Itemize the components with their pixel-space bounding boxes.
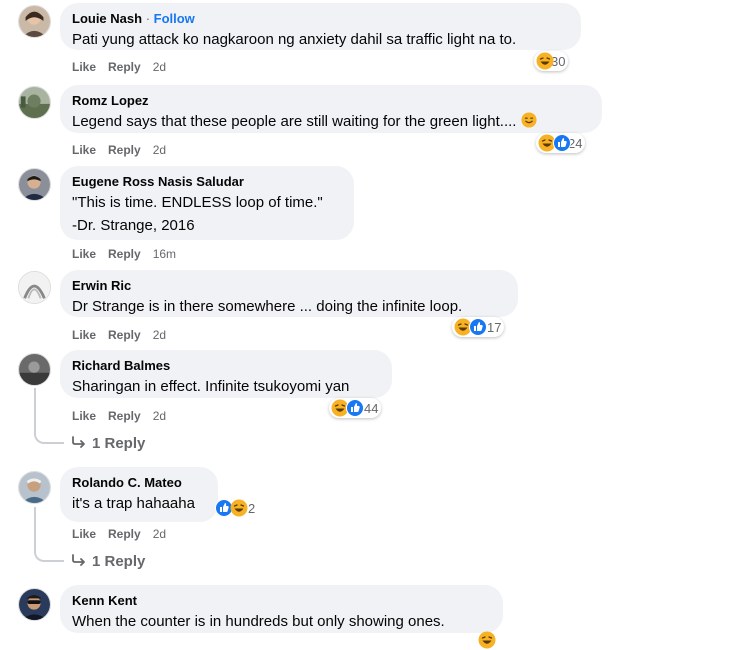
haha-reaction-icon (478, 631, 496, 649)
thread-line (34, 388, 36, 432)
reply-button[interactable]: Reply (108, 328, 141, 342)
comment-text: Sharingan in effect. Infinite tsukoyomi … (72, 378, 350, 395)
comment-bubble: Romz Lopez Legend says that these people… (60, 85, 602, 133)
comment-bubble: Louie Nash · Follow Pati yung attack ko … (60, 3, 581, 50)
reply-button[interactable]: Reply (108, 527, 141, 541)
avatar[interactable] (18, 86, 51, 119)
laughing-emoji-icon (521, 112, 537, 128)
comment-text: Legend says that these people are still … (72, 112, 590, 132)
timestamp[interactable]: 2d (153, 143, 166, 157)
timestamp[interactable]: 16m (153, 247, 176, 261)
comment-bubble: Erwin Ric Dr Strange is in there somewhe… (60, 270, 518, 317)
like-button[interactable]: Like (72, 247, 96, 261)
replies-count[interactable]: 1 Reply (92, 435, 145, 452)
reply-arrow-icon (72, 435, 86, 452)
like-reaction-icon (553, 134, 571, 152)
haha-reaction-icon (230, 499, 248, 517)
reply-button[interactable]: Reply (108, 409, 141, 423)
reply-arrow-icon (72, 553, 86, 570)
comment-text: Dr Strange is in there somewhere ... doi… (72, 298, 463, 315)
avatar[interactable] (18, 353, 51, 386)
comment-bubble: Richard Balmes Sharingan in effect. Infi… (60, 350, 392, 398)
avatar[interactable] (18, 271, 51, 304)
reply-button[interactable]: Reply (108, 60, 141, 74)
like-reaction-icon (346, 399, 364, 417)
avatar[interactable] (18, 168, 51, 201)
view-replies-link[interactable]: 1 Reply (72, 435, 145, 452)
author-name[interactable]: Eugene Ross Nasis Saludar (72, 173, 342, 190)
reaction-count: 2 (248, 500, 256, 516)
timestamp[interactable]: 2d (153, 409, 166, 423)
timestamp[interactable]: 2d (153, 60, 166, 74)
author-name[interactable]: Richard Balmes (72, 357, 380, 374)
comment-text: it's a trap hahaaha (72, 495, 195, 512)
avatar[interactable] (18, 471, 51, 504)
thread-connector (34, 548, 64, 562)
like-button[interactable]: Like (72, 143, 96, 157)
author-name[interactable]: Louie Nash (72, 11, 142, 26)
comment-text-line-2: -Dr. Strange, 2016 (72, 217, 195, 234)
like-button[interactable]: Like (72, 409, 96, 423)
author-name[interactable]: Kenn Kent (72, 592, 491, 609)
timestamp[interactable]: 2d (153, 527, 166, 541)
like-button[interactable]: Like (72, 527, 96, 541)
avatar[interactable] (18, 588, 51, 621)
reply-button[interactable]: Reply (108, 247, 141, 261)
haha-reaction-icon (536, 52, 554, 70)
reaction-count: 17 (487, 319, 502, 335)
like-button[interactable]: Like (72, 60, 96, 74)
like-button[interactable]: Like (72, 328, 96, 342)
avatar[interactable] (18, 5, 51, 38)
reaction-summary[interactable]: 24 (536, 133, 586, 153)
author-name[interactable]: Rolando C. Mateo (72, 474, 206, 491)
follow-link[interactable]: Follow (154, 11, 195, 26)
like-reaction-icon (469, 318, 487, 336)
reaction-summary[interactable]: 2 (213, 498, 258, 518)
thread-line (34, 507, 36, 550)
comment-text: When the counter is in hundreds but only… (72, 613, 445, 630)
comment-bubble: Rolando C. Mateo it's a trap hahaaha (60, 467, 218, 522)
author-name[interactable]: Romz Lopez (72, 92, 590, 109)
comment-bubble: Eugene Ross Nasis Saludar "This is time.… (60, 166, 354, 240)
reaction-summary[interactable]: 44 (329, 398, 382, 418)
reaction-count: 44 (364, 400, 379, 416)
view-replies-link[interactable]: 1 Reply (72, 553, 145, 570)
comment-text: Pati yung attack ko nagkaroon ng anxiety… (72, 31, 517, 48)
author-name[interactable]: Erwin Ric (72, 277, 506, 294)
timestamp[interactable]: 2d (153, 328, 166, 342)
reaction-summary[interactable] (476, 630, 501, 650)
reply-button[interactable]: Reply (108, 143, 141, 157)
reaction-summary[interactable]: 30 (534, 51, 569, 71)
replies-count[interactable]: 1 Reply (92, 553, 145, 570)
reaction-summary[interactable]: 17 (452, 317, 505, 337)
thread-connector (34, 430, 64, 444)
comment-bubble: Kenn Kent When the counter is in hundred… (60, 585, 503, 633)
comment-text-line-1: "This is time. ENDLESS loop of time." (72, 194, 323, 211)
